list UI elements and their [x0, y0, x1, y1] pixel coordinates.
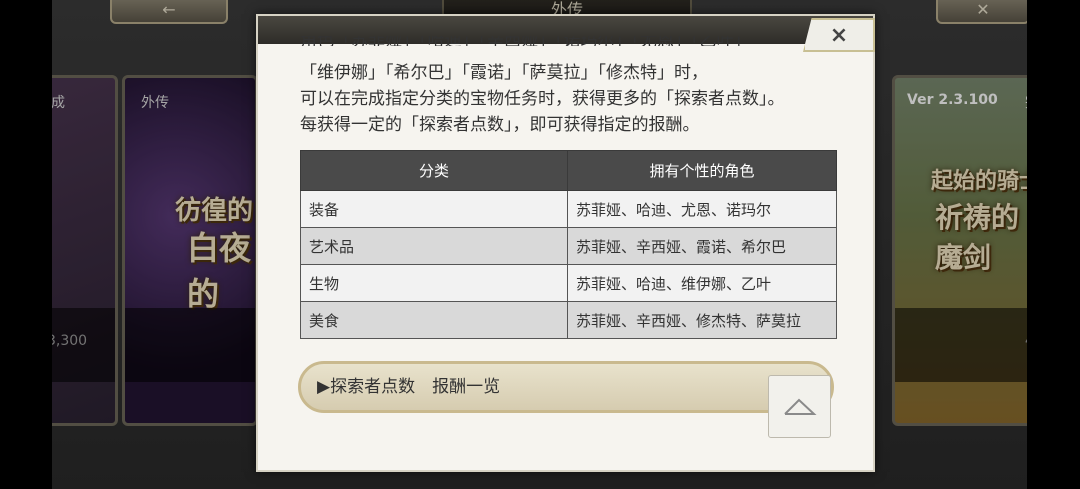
table-header-row: 分类 拥有个性的角色 [300, 150, 837, 191]
reward-list-label: ▶探索者点数 报酬一览 [317, 377, 501, 397]
paragraph-line-1: 「维伊娜」「希尔巴」「霞诺」「萨莫拉」「修杰特」时， [300, 63, 708, 83]
table-header-characters: 拥有个性的角色 [567, 150, 837, 191]
table-cell-characters: 苏菲娅、辛西娅、霞诺、希尔巴 [567, 227, 837, 265]
paragraph-line-3: 每获得一定的「探索者点数」，即可获得指定的报酬。 [300, 115, 700, 135]
category-table: 分类 拥有个性的角色 装备 苏菲娅、哈迪、尤恩、诺玛尔 艺术品 苏菲娅、辛西娅、… [300, 150, 837, 339]
table-header-category: 分类 [300, 150, 568, 191]
reward-list-button[interactable]: ▶探索者点数 报酬一览 [298, 361, 834, 413]
table-row: 艺术品 苏菲娅、辛西娅、霞诺、希尔巴 [300, 227, 837, 265]
up-triangle-icon [784, 398, 817, 415]
table-cell-category: 生物 [300, 264, 568, 302]
table-row: 生物 苏菲娅、哈迪、维伊娜、乙叶 [300, 264, 837, 302]
dialog-content: 角色「苏菲娅」「哈迪」「辛西娅」「诺玛尔」「尤恩」「乙叶」 「维伊娜」「希尔巴」… [300, 36, 840, 138]
table-cell-category: 美食 [300, 301, 568, 339]
table-cell-characters: 苏菲娅、哈迪、尤恩、诺玛尔 [567, 190, 837, 228]
partial-text-line: 角色「苏菲娅」「哈迪」「辛西娅」「诺玛尔」「尤恩」「乙叶」 [300, 36, 751, 46]
table-cell-category: 装备 [300, 190, 568, 228]
scroll-to-top-button[interactable] [768, 375, 831, 438]
info-dialog: × 角色「苏菲娅」「哈迪」「辛西娅」「诺玛尔」「尤恩」「乙叶」 「维伊娜」「希尔… [256, 14, 875, 472]
table-row: 装备 苏菲娅、哈迪、尤恩、诺玛尔 [300, 190, 837, 228]
table-cell-characters: 苏菲娅、哈迪、维伊娜、乙叶 [567, 264, 837, 302]
table-cell-category: 艺术品 [300, 227, 568, 265]
paragraph-line-2: 可以在完成指定分类的宝物任务时，获得更多的「探索者点数」。 [300, 89, 785, 109]
table-row: 美食 苏菲娅、辛西娅、修杰特、萨莫拉 [300, 301, 837, 339]
table-cell-characters: 苏菲娅、辛西娅、修杰特、萨莫拉 [567, 301, 837, 339]
